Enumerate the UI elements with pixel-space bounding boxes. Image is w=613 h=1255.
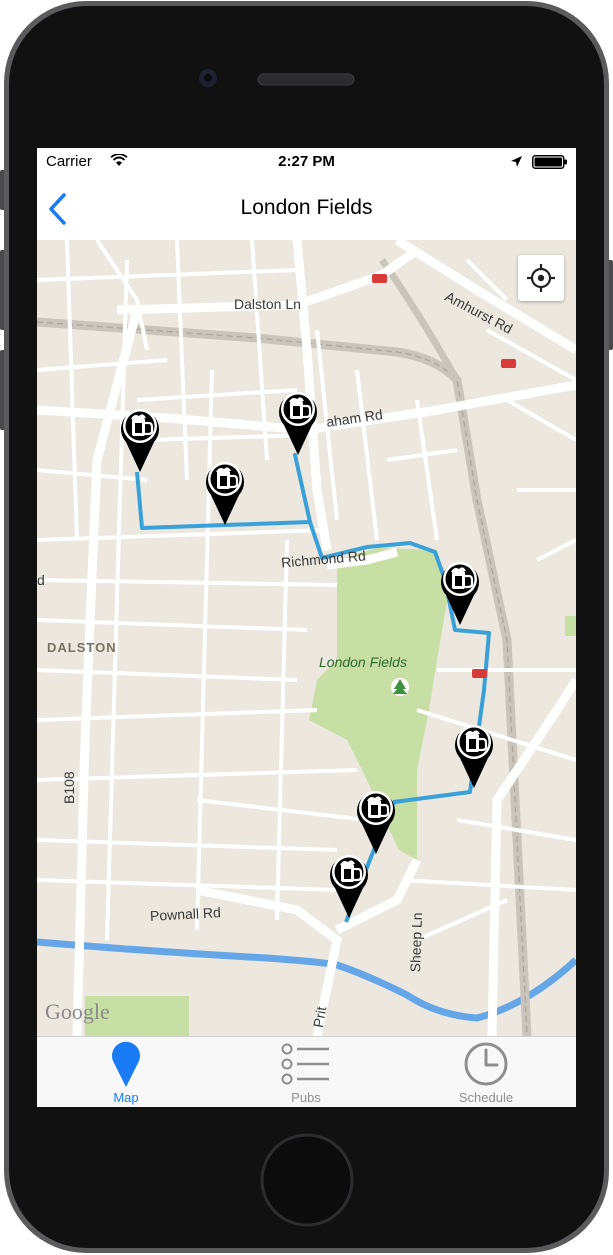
street-label-sheep-ln: Sheep Ln	[407, 912, 426, 973]
tab-bar: Map Pubs Schedule	[37, 1036, 576, 1107]
map-view[interactable]: Dalston Ln Amhurst Rd aham Rd Richmond R…	[37, 240, 576, 1036]
street-label-b108: B108	[61, 771, 77, 804]
tab-schedule-label: Schedule	[458, 1090, 514, 1105]
clock-icon	[464, 1042, 508, 1086]
phone-frame: Carrier 2:27 PM London Fields Dalston Ln…	[0, 0, 613, 1255]
page-title: London Fields	[240, 196, 373, 219]
status-bar: Carrier 2:27 PM	[37, 148, 576, 176]
crosshair-icon	[527, 264, 555, 292]
battery-icon	[532, 155, 567, 169]
street-label-dalston-ln: Dalston Ln	[234, 296, 301, 312]
status-time: 2:27 PM	[278, 153, 335, 170]
pub-pin-2[interactable]	[204, 460, 246, 527]
location-arrow-icon	[511, 156, 522, 167]
edge-park	[565, 616, 576, 636]
pub-pin-5[interactable]	[453, 723, 495, 790]
pub-pin-4[interactable]	[439, 560, 481, 627]
pub-pin-7[interactable]	[328, 853, 370, 920]
tab-map-label: Map	[113, 1090, 139, 1105]
current-location-button[interactable]	[518, 255, 564, 301]
street-label-left-edge: d	[37, 572, 45, 588]
park-tree-icon	[391, 678, 409, 696]
tab-pubs[interactable]: Pubs	[246, 1037, 366, 1107]
tab-map[interactable]: Map	[66, 1037, 186, 1107]
district-label: DALSTON	[47, 640, 117, 655]
map-canvas	[37, 240, 576, 1036]
navigation-bar: London Fields	[37, 176, 576, 241]
screen: Carrier 2:27 PM London Fields Dalston Ln…	[37, 148, 576, 1107]
list-icon	[281, 1043, 329, 1085]
pub-pin-1[interactable]	[119, 407, 161, 474]
park-label: London Fields	[319, 654, 407, 670]
pub-pin-6[interactable]	[355, 789, 397, 856]
map-pin-icon	[112, 1041, 140, 1087]
tab-pubs-label: Pubs	[291, 1090, 321, 1105]
google-attribution: Google	[45, 999, 110, 1024]
tab-schedule[interactable]: Schedule	[426, 1037, 546, 1107]
